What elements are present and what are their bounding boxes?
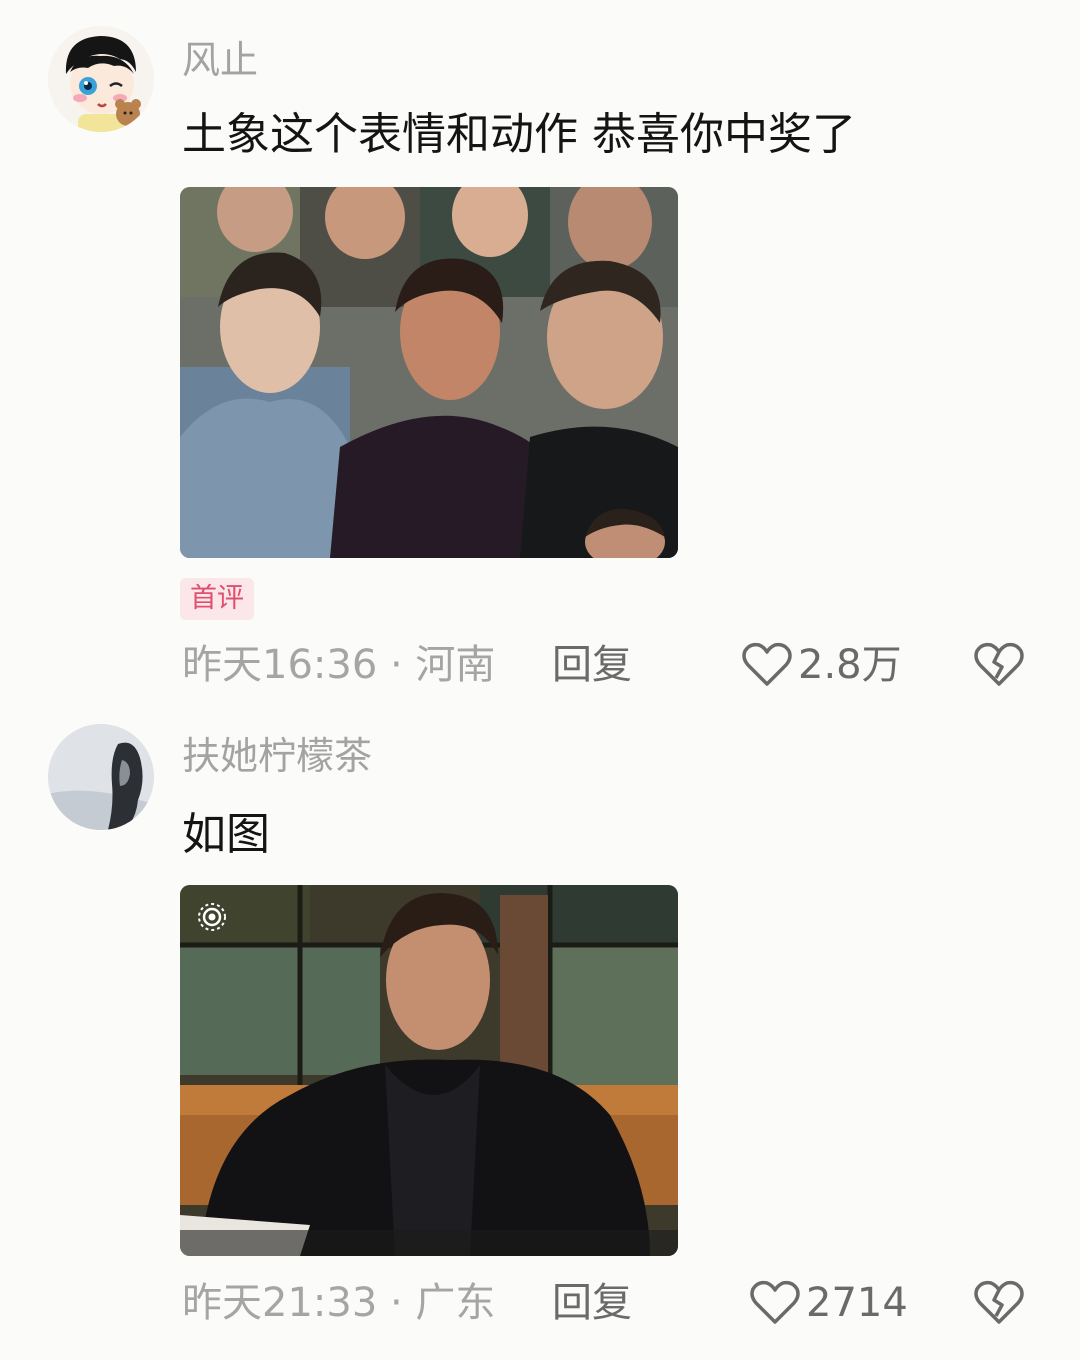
animated-photo-icon <box>180 885 678 1256</box>
comment-image[interactable] <box>180 885 678 1256</box>
like-count: 2714 <box>806 1280 908 1326</box>
comment-item: 风止 土象这个表情和动作 恭喜你中奖了 首评 昨天16:36 · 河南 回复 2… <box>0 0 1080 700</box>
dark-figure-avatar-icon <box>48 724 154 830</box>
comment-meta: 昨天16:36 · 河南 <box>182 642 496 688</box>
comment-text: 如图 <box>182 809 270 860</box>
username[interactable]: 风止 <box>182 37 258 83</box>
collage-photo-icon <box>180 187 678 558</box>
like-button[interactable]: 2.8万 <box>742 640 902 690</box>
broken-heart-icon <box>974 642 1024 686</box>
comment-image[interactable] <box>180 187 678 558</box>
cartoon-boy-avatar-icon <box>48 26 154 132</box>
avatar[interactable] <box>48 26 154 132</box>
comment-item: 扶她柠檬茶 如图 昨天21:33 · 广东 回复 2714 <box>0 700 1080 1360</box>
comment-meta: 昨天21:33 · 广东 <box>182 1280 496 1326</box>
like-count: 2.8万 <box>798 642 902 688</box>
broken-heart-icon <box>974 1280 1024 1324</box>
first-comment-badge: 首评 <box>180 578 254 620</box>
username[interactable]: 扶她柠檬茶 <box>182 733 372 779</box>
reply-button[interactable]: 回复 <box>552 1278 632 1328</box>
dislike-button[interactable] <box>974 640 1024 690</box>
heart-outline-icon <box>742 642 792 686</box>
avatar[interactable] <box>48 724 154 830</box>
reply-button[interactable]: 回复 <box>552 640 632 690</box>
dislike-button[interactable] <box>974 1278 1024 1328</box>
comment-text: 土象这个表情和动作 恭喜你中奖了 <box>182 109 856 160</box>
like-button[interactable]: 2714 <box>750 1278 908 1328</box>
heart-outline-icon <box>750 1280 800 1324</box>
